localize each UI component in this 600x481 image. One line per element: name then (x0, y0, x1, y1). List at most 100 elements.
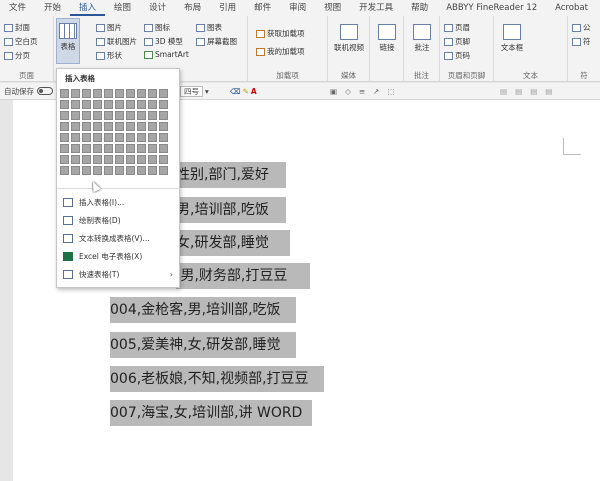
table-grid-cell[interactable] (148, 133, 157, 142)
table-grid-cell[interactable] (159, 155, 168, 164)
table-grid-cell[interactable] (126, 122, 135, 131)
table-grid-cell[interactable] (93, 100, 102, 109)
picture-button[interactable]: 图片 (96, 22, 122, 33)
footer-button[interactable]: 页脚 (444, 36, 470, 47)
table-grid-cell[interactable] (82, 100, 91, 109)
table-grid-cell[interactable] (93, 122, 102, 131)
table-grid-cell[interactable] (82, 166, 91, 175)
table-size-grid[interactable] (60, 89, 168, 175)
3d-model-button[interactable]: 3D 模型 (144, 36, 183, 47)
table-grid-cell[interactable] (93, 166, 102, 175)
blank-page-button[interactable]: 空白页 (4, 36, 38, 47)
table-grid-cell[interactable] (115, 166, 124, 175)
table-grid-cell[interactable] (93, 155, 102, 164)
table-grid-cell[interactable] (82, 122, 91, 131)
table-grid-cell[interactable] (60, 89, 69, 98)
order-icon[interactable]: ▤ (545, 87, 558, 96)
table-grid-cell[interactable] (104, 144, 113, 153)
comment-button[interactable]: 批注 (407, 24, 437, 53)
table-grid-cell[interactable] (104, 89, 113, 98)
table-grid-cell[interactable] (137, 166, 146, 175)
table-grid-cell[interactable] (71, 133, 80, 142)
tab-help[interactable]: 帮助 (402, 0, 437, 16)
table-grid-cell[interactable] (60, 166, 69, 175)
page-break-button[interactable]: 分页 (4, 50, 30, 61)
table-grid-cell[interactable] (115, 100, 124, 109)
table-grid-cell[interactable] (115, 122, 124, 131)
tab-mailings[interactable]: 邮件 (245, 0, 280, 16)
table-grid-cell[interactable] (126, 111, 135, 120)
arrow-icon[interactable]: ↗ (373, 87, 385, 96)
cover-button[interactable]: 封面 (4, 22, 30, 33)
table-grid-cell[interactable] (104, 166, 113, 175)
doc-line-1[interactable]: 性别,部门,爱好 (176, 162, 286, 188)
table-grid-cell[interactable] (148, 111, 157, 120)
table-grid-cell[interactable] (71, 144, 80, 153)
table-grid-cell[interactable] (93, 89, 102, 98)
table-grid-cell[interactable] (126, 133, 135, 142)
tab-design[interactable]: 设计 (140, 0, 175, 16)
textbox-button[interactable]: 文本框 (496, 24, 528, 53)
table-grid-cell[interactable] (148, 89, 157, 98)
table-grid-cell[interactable] (159, 133, 168, 142)
menu-excel-spreadsheet[interactable]: Excel 电子表格(X) (63, 247, 175, 265)
table-grid-cell[interactable] (115, 133, 124, 142)
font-size-select[interactable]: 四号 ▾ (180, 86, 209, 97)
table-grid-cell[interactable] (71, 100, 80, 109)
tab-developer[interactable]: 开发工具 (350, 0, 402, 16)
table-grid-cell[interactable] (82, 144, 91, 153)
table-grid-cell[interactable] (148, 122, 157, 131)
my-addins-button[interactable]: 我的加载项 (256, 46, 305, 57)
menu-convert-text-to-table[interactable]: 文本转换成表格(V)... (63, 229, 175, 247)
table-grid-cell[interactable] (126, 155, 135, 164)
table-grid-cell[interactable] (137, 144, 146, 153)
border-icon[interactable]: ▣ (330, 87, 343, 96)
table-grid-cell[interactable] (104, 122, 113, 131)
autosave[interactable]: 自动保存 (0, 86, 53, 97)
table-grid-cell[interactable] (93, 111, 102, 120)
table-grid-cell[interactable] (60, 155, 69, 164)
doc-line-5[interactable]: 004,金枪客,男,培训部,吃饭 (110, 297, 296, 323)
page-number-button[interactable]: 页码 (444, 50, 470, 61)
table-grid-cell[interactable] (137, 100, 146, 109)
table-grid-cell[interactable] (71, 166, 80, 175)
doc-line-4[interactable]: ,男,财务部,打豆豆 (176, 263, 310, 289)
table-grid-cell[interactable] (159, 111, 168, 120)
link-button[interactable]: 链接 (373, 24, 401, 53)
table-grid-cell[interactable] (82, 89, 91, 98)
table-grid-cell[interactable] (137, 133, 146, 142)
formula-button[interactable]: 公 (572, 22, 591, 33)
table-grid-cell[interactable] (148, 155, 157, 164)
table-grid-cell[interactable] (115, 144, 124, 153)
tab-file[interactable]: 文件 (0, 0, 35, 16)
table-grid-cell[interactable] (60, 133, 69, 142)
table-grid-cell[interactable] (60, 100, 69, 109)
table-grid-cell[interactable] (137, 111, 146, 120)
tab-review[interactable]: 审阅 (280, 0, 315, 16)
table-grid-cell[interactable] (82, 155, 91, 164)
menu-quick-tables[interactable]: 快速表格(T) › (63, 265, 175, 283)
menu-draw-table[interactable]: 绘制表格(D) (63, 211, 175, 229)
table-grid-cell[interactable] (60, 144, 69, 153)
doc-line-7[interactable]: 006,老板娘,不知,视频部,打豆豆 (110, 366, 324, 392)
table-grid-cell[interactable] (126, 100, 135, 109)
table-grid-cell[interactable] (60, 122, 69, 131)
icons-button[interactable]: 图标 (144, 22, 170, 33)
table-grid-cell[interactable] (93, 144, 102, 153)
table-grid-cell[interactable] (137, 89, 146, 98)
tab-layout[interactable]: 布局 (175, 0, 210, 16)
table-grid-cell[interactable] (93, 133, 102, 142)
table-grid-cell[interactable] (148, 144, 157, 153)
tab-draw[interactable]: 绘图 (105, 0, 140, 16)
table-grid-cell[interactable] (71, 122, 80, 131)
table-grid-cell[interactable] (159, 89, 168, 98)
table-grid-cell[interactable] (159, 100, 168, 109)
online-video-button[interactable]: 联机视频 (331, 24, 367, 53)
online-picture-button[interactable]: 联机图片 (96, 36, 137, 47)
table-grid-cell[interactable] (71, 111, 80, 120)
align-icon[interactable]: ≡ (359, 87, 371, 96)
shape-icon[interactable]: ◇ (345, 87, 357, 96)
group-icon[interactable]: ▤ (530, 87, 543, 96)
select-icon[interactable]: ⬚ (387, 87, 400, 96)
table-grid-cell[interactable] (104, 155, 113, 164)
